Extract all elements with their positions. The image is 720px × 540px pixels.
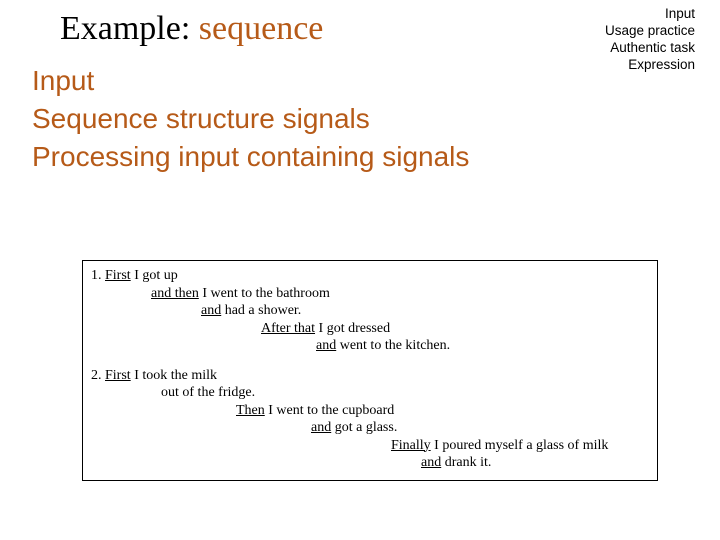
example-step: Then I went to the cupboard xyxy=(91,402,649,420)
example-step: and then I went to the bathroom xyxy=(91,285,649,303)
example-step: and drank it. xyxy=(91,454,649,472)
title-plain: Example: xyxy=(60,10,199,47)
example-paragraph: 1. First I got upand then I went to the … xyxy=(91,267,649,355)
body-text: Input Sequence structure signals Process… xyxy=(32,62,692,175)
top-right-item: Authentic task xyxy=(605,40,695,57)
slide-title: Example: sequence xyxy=(60,10,323,48)
examples-box: 1. First I got upand then I went to the … xyxy=(82,260,658,481)
example-step: 1. First I got up xyxy=(91,267,649,285)
example-step: and got a glass. xyxy=(91,419,649,437)
slide: Example: sequence Input Usage practice A… xyxy=(0,0,720,540)
top-right-item: Usage practice xyxy=(605,23,695,40)
body-line: Processing input containing signals xyxy=(32,138,692,176)
example-step: 2. First I took the milk xyxy=(91,367,649,385)
example-paragraph: 2. First I took the milkout of the fridg… xyxy=(91,367,649,472)
example-step: and had a shower. xyxy=(91,302,649,320)
body-line: Input xyxy=(32,62,692,100)
example-step: and went to the kitchen. xyxy=(91,337,649,355)
top-right-item: Input xyxy=(605,6,695,23)
title-accent: sequence xyxy=(199,10,324,47)
example-step: Finally I poured myself a glass of milk xyxy=(91,437,649,455)
body-line: Sequence structure signals xyxy=(32,100,692,138)
example-step: After that I got dressed xyxy=(91,320,649,338)
example-step: out of the fridge. xyxy=(91,384,649,402)
